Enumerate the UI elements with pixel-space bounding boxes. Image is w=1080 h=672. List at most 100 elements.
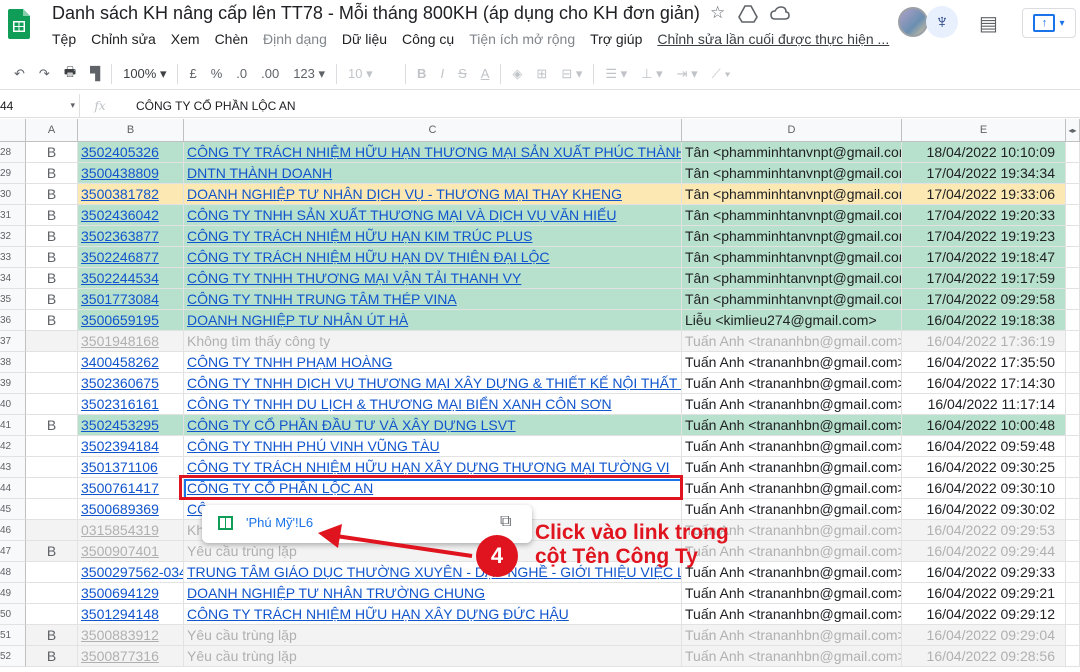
- cell-f[interactable]: [1066, 520, 1080, 541]
- cell-tax-code[interactable]: 3502246877: [78, 247, 184, 268]
- row-number[interactable]: 47: [0, 541, 26, 562]
- zoom-select[interactable]: 100% ▾: [116, 66, 173, 82]
- undo-icon[interactable]: ↶: [0, 66, 32, 82]
- cell-timestamp[interactable]: 17/04/2022 09:29:58: [902, 289, 1066, 310]
- cell-timestamp[interactable]: 17/04/2022 19:34:34: [902, 163, 1066, 184]
- company-name-link[interactable]: CÔNG TY TNHH TRUNG TÂM THÉP VINA: [187, 291, 457, 307]
- company-name-link[interactable]: CÔNG TY TRÁCH NHIỆM HỮU HẠN DV THIÊN ĐẠI…: [187, 249, 550, 265]
- cell-status[interactable]: B: [26, 541, 78, 562]
- cell-timestamp[interactable]: 16/04/2022 11:17:14: [902, 394, 1066, 415]
- column-header-c[interactable]: C: [184, 119, 682, 142]
- cell-company-name[interactable]: CÔNG TY TRÁCH NHIỆM HỮU HẠN THƯƠNG MẠI S…: [184, 142, 682, 163]
- cell-company-name[interactable]: CÔNG TY TNHH DỊCH VỤ THƯƠNG MẠI XÂY DỰNG…: [184, 373, 682, 394]
- cell-timestamp[interactable]: 17/04/2022 19:20:33: [902, 205, 1066, 226]
- tax-code-link[interactable]: 3500659195: [81, 312, 159, 328]
- link-preview-text[interactable]: 'Phú Mỹ'!L6: [246, 515, 313, 530]
- tax-code-link[interactable]: 3501371106: [81, 459, 158, 475]
- italic-button[interactable]: I: [433, 66, 451, 81]
- menu-item-extensions[interactable]: Tiện ích mở rộng: [469, 31, 575, 47]
- row-number[interactable]: 39: [0, 373, 26, 394]
- decrease-decimal-button[interactable]: .0: [229, 66, 254, 81]
- cell-company-name[interactable]: CÔNG TY TNHH PHẠM HOÀNG: [184, 352, 682, 373]
- cell-timestamp[interactable]: 16/04/2022 17:14:30: [902, 373, 1066, 394]
- row-number[interactable]: 34: [0, 268, 26, 289]
- cell-timestamp[interactable]: 17/04/2022 19:17:59: [902, 268, 1066, 289]
- menu-item-view[interactable]: Xem: [171, 31, 200, 47]
- cell-tax-code[interactable]: 3501294148: [78, 604, 184, 625]
- cell-status[interactable]: [26, 478, 78, 499]
- cell-status[interactable]: [26, 520, 78, 541]
- row-number[interactable]: 48: [0, 562, 26, 583]
- cell-company-name[interactable]: CÔNG TY TRÁCH NHIỆM HỮU HẠN DV THIÊN ĐẠI…: [184, 247, 682, 268]
- tax-code-link[interactable]: 3502436042: [81, 207, 159, 223]
- cell-company-name[interactable]: CÔNG TY CỔ PHẦN ĐẦU TƯ VÀ XÂY DỰNG LSVT: [184, 415, 682, 436]
- company-name-link[interactable]: CÔNG TY TNHH DU LỊCH & THƯƠNG MẠI BIỂN X…: [187, 396, 612, 412]
- company-name-link[interactable]: DOANH NGHIỆP TƯ NHÂN ÚT HÀ: [187, 312, 408, 328]
- cell-company-name[interactable]: DOANH NGHIỆP TƯ NHÂN DỊCH VỤ - THƯƠNG MẠ…: [184, 184, 682, 205]
- cell-tax-code[interactable]: 3500877316: [78, 646, 184, 667]
- cell-timestamp[interactable]: 16/04/2022 09:30:25: [902, 457, 1066, 478]
- cell-requester[interactable]: Tuấn Anh <trananhbn@gmail.com>: [682, 583, 902, 604]
- cell-status[interactable]: [26, 352, 78, 373]
- tax-code-link[interactable]: 3500761417: [81, 480, 159, 496]
- cell-timestamp[interactable]: 16/04/2022 09:30:02: [902, 499, 1066, 520]
- name-box[interactable]: 44 ▾: [0, 93, 80, 118]
- cell-requester[interactable]: Tân <phamminhtanvnpt@gmail.com>: [682, 247, 902, 268]
- copy-icon[interactable]: ⧉: [500, 513, 511, 531]
- cell-status[interactable]: [26, 604, 78, 625]
- redo-icon[interactable]: ↷: [32, 66, 57, 82]
- company-name-link[interactable]: CÔNG TY TNHH SẢN XUẤT THƯƠNG MẠI VÀ DỊCH…: [187, 207, 617, 223]
- last-edit-link[interactable]: Chỉnh sửa lần cuối được thực hiện ...: [657, 31, 889, 47]
- company-name-link[interactable]: CÔNG TY TNHH THƯƠNG MẠI VẬN TẢI THANH VY: [187, 270, 521, 286]
- cell-timestamp[interactable]: 17/04/2022 19:18:47: [902, 247, 1066, 268]
- cell-f[interactable]: [1066, 226, 1080, 247]
- cell-requester[interactable]: Tuấn Anh <trananhbn@gmail.com>: [682, 373, 902, 394]
- tax-code-link[interactable]: 3501773084: [81, 291, 159, 307]
- cell-f[interactable]: [1066, 247, 1080, 268]
- cell-timestamp[interactable]: 16/04/2022 10:00:48: [902, 415, 1066, 436]
- formula-input[interactable]: CÔNG TY CỔ PHẦN LỘC AN: [120, 99, 296, 113]
- cell-f[interactable]: [1066, 499, 1080, 520]
- cell-f[interactable]: [1066, 310, 1080, 331]
- cell-requester[interactable]: Tuấn Anh <trananhbn@gmail.com>: [682, 415, 902, 436]
- cell-status[interactable]: B: [26, 646, 78, 667]
- fill-color-icon[interactable]: ◈: [505, 66, 529, 82]
- document-title[interactable]: Danh sách KH nâng cấp lên TT78 - Mỗi thá…: [52, 3, 700, 24]
- cell-tax-code[interactable]: 3501948168: [78, 331, 184, 352]
- row-number[interactable]: 51: [0, 625, 26, 646]
- currency-format-button[interactable]: £: [182, 66, 203, 81]
- company-name-link[interactable]: DNTN THÀNH DOANH: [187, 165, 332, 181]
- cell-status[interactable]: B: [26, 226, 78, 247]
- text-rotation-icon[interactable]: ⟋ ▾: [705, 66, 738, 82]
- cell-requester[interactable]: Tuấn Anh <trananhbn@gmail.com>: [682, 331, 902, 352]
- cell-status[interactable]: B: [26, 142, 78, 163]
- scroll-columns-icon[interactable]: ◂▸: [1066, 119, 1080, 142]
- cell-requester[interactable]: Liễu <kimlieu274@gmail.com>: [682, 310, 902, 331]
- cell-f[interactable]: [1066, 163, 1080, 184]
- cell-timestamp[interactable]: 16/04/2022 09:29:53: [902, 520, 1066, 541]
- cell-status[interactable]: B: [26, 163, 78, 184]
- cell-f[interactable]: [1066, 394, 1080, 415]
- menu-item-edit[interactable]: Chỉnh sửa: [91, 31, 156, 47]
- cell-requester[interactable]: Tân <phamminhtanvnpt@gmail.com>: [682, 268, 902, 289]
- company-name-link[interactable]: DOANH NGHIỆP TƯ NHÂN TRƯỜNG CHUNG: [187, 585, 485, 601]
- cell-status[interactable]: [26, 499, 78, 520]
- sheets-logo-icon[interactable]: [8, 4, 30, 44]
- tax-code-link[interactable]: 3500694129: [81, 585, 159, 601]
- row-number[interactable]: 30: [0, 184, 26, 205]
- column-header-a[interactable]: A: [26, 119, 78, 142]
- column-header-e[interactable]: E: [902, 119, 1066, 142]
- cell-status[interactable]: [26, 457, 78, 478]
- horizontal-align-icon[interactable]: ☰ ▾: [598, 66, 634, 82]
- print-icon[interactable]: 🖶: [57, 63, 83, 85]
- menu-item-file[interactable]: Tệp: [52, 31, 76, 47]
- row-number[interactable]: 41: [0, 415, 26, 436]
- row-number[interactable]: 37: [0, 331, 26, 352]
- cell-tax-code[interactable]: 3502394184: [78, 436, 184, 457]
- cell-timestamp[interactable]: 16/04/2022 17:36:19: [902, 331, 1066, 352]
- row-number[interactable]: 50: [0, 604, 26, 625]
- row-number[interactable]: 32: [0, 226, 26, 247]
- cell-timestamp[interactable]: 16/04/2022 09:29:44: [902, 541, 1066, 562]
- cell-f[interactable]: [1066, 142, 1080, 163]
- cell-timestamp[interactable]: 16/04/2022 09:30:10: [902, 478, 1066, 499]
